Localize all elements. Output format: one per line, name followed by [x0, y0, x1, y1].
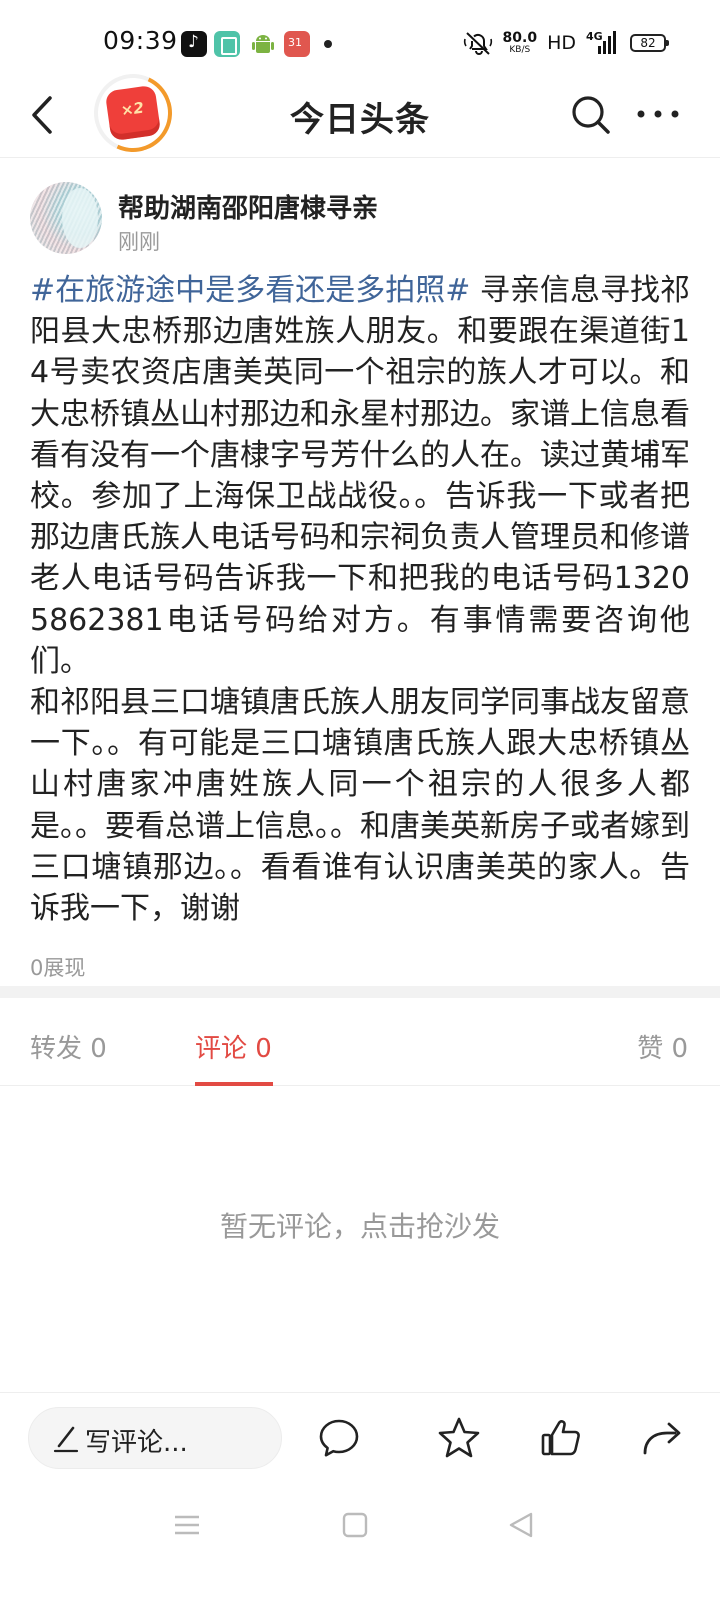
- post-text-part1: 寻亲信息寻找祁阳县大忠桥那边唐姓族人朋友。和要跟在渠道街14号卖农资店唐美英同一…: [30, 273, 690, 679]
- share-arrow-icon: [643, 1422, 681, 1455]
- comment-button[interactable]: [316, 1415, 362, 1461]
- post-body: #在旅游途中是多看还是多拍照# 寻亲信息寻找祁阳县大忠桥那边唐姓族人朋友。和要跟…: [30, 270, 690, 929]
- share-button[interactable]: [640, 1415, 686, 1461]
- net-speed-unit: KB/S: [509, 45, 531, 55]
- section-divider: [0, 986, 720, 998]
- favorite-button[interactable]: [436, 1415, 482, 1461]
- search-icon: [572, 96, 610, 134]
- write-comment-placeholder: 写评论...: [85, 1428, 188, 1458]
- empty-comments-prompt[interactable]: 暂无评论，点击抢沙发: [0, 1205, 720, 1245]
- tab-repost[interactable]: 转发 0: [30, 1028, 107, 1065]
- tab-comment[interactable]: 评论 0: [195, 1028, 272, 1065]
- status-time: 09:39: [103, 26, 178, 55]
- comment-bubble-icon: [319, 1419, 359, 1457]
- menu-icon: [175, 1515, 199, 1535]
- search-button[interactable]: [570, 94, 612, 136]
- author-row: 帮助湖南邵阳唐棣寻亲 刚刚: [30, 182, 690, 258]
- battery-icon: 82: [630, 34, 669, 52]
- author-name[interactable]: 帮助湖南邵阳唐棣寻亲: [118, 188, 378, 225]
- tab-like[interactable]: 赞 0: [637, 1028, 688, 1065]
- hashtag-link[interactable]: #在旅游途中是多看还是多拍照#: [30, 273, 470, 308]
- calendar-icon: 31: [284, 31, 310, 57]
- mute-icon: [463, 30, 493, 56]
- notification-dot: [324, 40, 332, 48]
- avatar[interactable]: [30, 182, 102, 254]
- home-square-icon: [342, 1512, 368, 1538]
- signal-icon: 4G: [586, 30, 620, 56]
- thumbs-up-icon: [541, 1420, 580, 1456]
- book-app-icon: [214, 31, 240, 57]
- nav-bar: ×2 今日头条: [0, 63, 720, 163]
- star-icon: [438, 1417, 480, 1458]
- action-bar: 写评论...: [0, 1392, 720, 1484]
- interaction-tabs: 转发 0 评论 0 赞 0: [0, 998, 720, 1086]
- impressions-count: 0展现: [30, 956, 86, 980]
- system-back-button[interactable]: [506, 1510, 536, 1540]
- write-comment-input[interactable]: 写评论...: [28, 1407, 282, 1469]
- like-button[interactable]: [538, 1415, 584, 1461]
- page-title: 今日头条: [290, 100, 430, 140]
- system-nav-bar: [0, 1500, 720, 1560]
- battery-level: 82: [640, 36, 656, 50]
- net-speed-value: 80.0: [502, 30, 538, 46]
- post-text-part2: 和祁阳县三口塘镇唐氏族人朋友同学同事战友留意一下。。有可能是三口塘镇唐氏族人跟大…: [30, 685, 690, 927]
- more-icon: [637, 110, 679, 118]
- back-triangle-icon: [509, 1512, 533, 1538]
- net-speed: 80.0 KB/S: [503, 31, 538, 55]
- home-button[interactable]: [340, 1510, 370, 1540]
- hd-indicator: HD: [547, 32, 576, 54]
- status-right: 80.0 KB/S HD 4G 82: [463, 30, 669, 56]
- pen-icon: [53, 1424, 81, 1454]
- more-button[interactable]: [636, 102, 680, 126]
- calendar-day: 31: [288, 36, 302, 49]
- post-time: 刚刚: [118, 230, 160, 254]
- android-icon: [250, 31, 276, 57]
- active-tab-indicator: [195, 1082, 273, 1086]
- recent-apps-button[interactable]: [172, 1510, 202, 1540]
- tiktok-icon: [181, 31, 207, 57]
